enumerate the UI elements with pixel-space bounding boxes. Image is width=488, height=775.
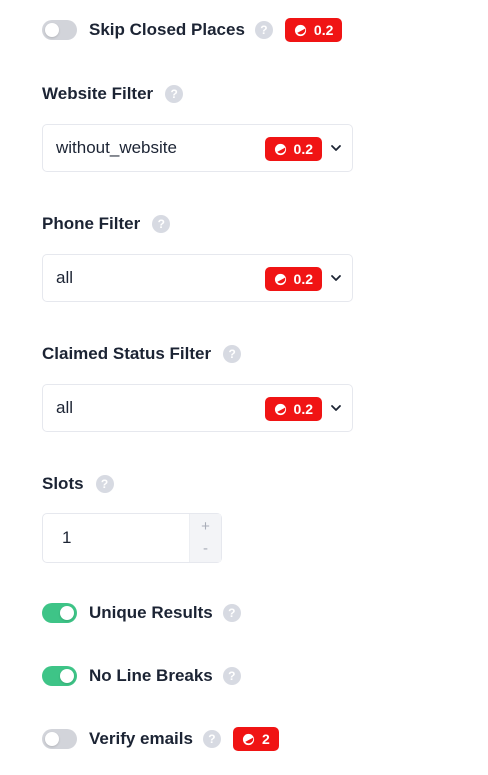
help-icon[interactable]: ? — [165, 85, 184, 103]
slots-heading: Slots ? — [42, 473, 114, 495]
cost-badge-value: 0.2 — [293, 141, 313, 157]
cost-badge-value: 0.2 — [293, 401, 313, 417]
skip-closed-places-label: Skip Closed Places — [89, 20, 245, 39]
no-line-breaks-label: No Line Breaks — [89, 666, 213, 685]
help-icon[interactable]: ? — [254, 21, 273, 39]
cost-badge: 2 — [232, 727, 279, 751]
cost-badge-value: 2 — [261, 731, 270, 747]
website-filter-heading: Website Filter ? — [42, 83, 184, 105]
cost-badge: 0.2 — [264, 397, 322, 421]
increment-button[interactable]: + — [190, 514, 221, 538]
slots-stepper: + - — [189, 514, 221, 562]
coin-icon — [242, 733, 255, 745]
help-icon[interactable]: ? — [222, 667, 241, 685]
claimed-status-filter-value: all — [56, 398, 74, 417]
cost-badge: 0.2 — [284, 18, 343, 42]
toggle-knob — [60, 606, 74, 620]
unique-results-row: Unique Results ? — [42, 600, 241, 626]
skip-closed-places-row: Skip Closed Places ? 0.2 — [42, 17, 343, 43]
coin-icon — [274, 273, 286, 285]
chevron-down-icon — [331, 275, 341, 281]
help-icon[interactable]: ? — [152, 215, 171, 233]
slots-label: Slots — [42, 474, 84, 493]
slots-input[interactable]: 1 + - — [42, 513, 222, 563]
toggle-knob — [45, 23, 59, 37]
website-filter-value: without_website — [56, 138, 177, 157]
coin-icon — [274, 403, 286, 415]
website-filter-select[interactable]: without_website 0.2 — [42, 124, 353, 172]
coin-icon — [294, 24, 306, 36]
no-line-breaks-row: No Line Breaks ? — [42, 663, 241, 689]
help-icon[interactable]: ? — [222, 604, 241, 622]
coin-icon — [274, 143, 286, 155]
cost-badge-value: 0.2 — [313, 22, 334, 38]
chevron-down-icon — [331, 405, 341, 411]
claimed-status-filter-select[interactable]: all 0.2 — [42, 384, 353, 432]
help-icon[interactable]: ? — [223, 345, 242, 363]
help-icon[interactable]: ? — [95, 475, 114, 493]
no-line-breaks-toggle[interactable] — [42, 666, 77, 686]
cost-badge: 0.2 — [264, 267, 322, 291]
toggle-knob — [45, 732, 59, 746]
cost-badge-value: 0.2 — [293, 271, 313, 287]
verify-emails-toggle[interactable] — [42, 729, 77, 749]
phone-filter-value: all — [56, 268, 74, 287]
unique-results-label: Unique Results — [89, 603, 213, 622]
verify-emails-row: Verify emails ? 2 — [42, 726, 279, 752]
toggle-knob — [60, 669, 74, 683]
slots-value: 1 — [62, 528, 72, 547]
decrement-button[interactable]: - — [190, 538, 221, 562]
chevron-down-icon — [331, 145, 341, 151]
help-icon[interactable]: ? — [202, 730, 221, 748]
cost-badge: 0.2 — [264, 137, 322, 161]
claimed-status-filter-heading: Claimed Status Filter ? — [42, 343, 242, 365]
website-filter-label: Website Filter — [42, 84, 154, 103]
unique-results-toggle[interactable] — [42, 603, 77, 623]
verify-emails-label: Verify emails — [89, 729, 193, 748]
skip-closed-places-toggle[interactable] — [42, 20, 77, 40]
phone-filter-select[interactable]: all 0.2 — [42, 254, 353, 302]
phone-filter-label: Phone Filter — [42, 214, 141, 233]
phone-filter-heading: Phone Filter ? — [42, 213, 171, 235]
claimed-status-filter-label: Claimed Status Filter — [42, 344, 212, 363]
